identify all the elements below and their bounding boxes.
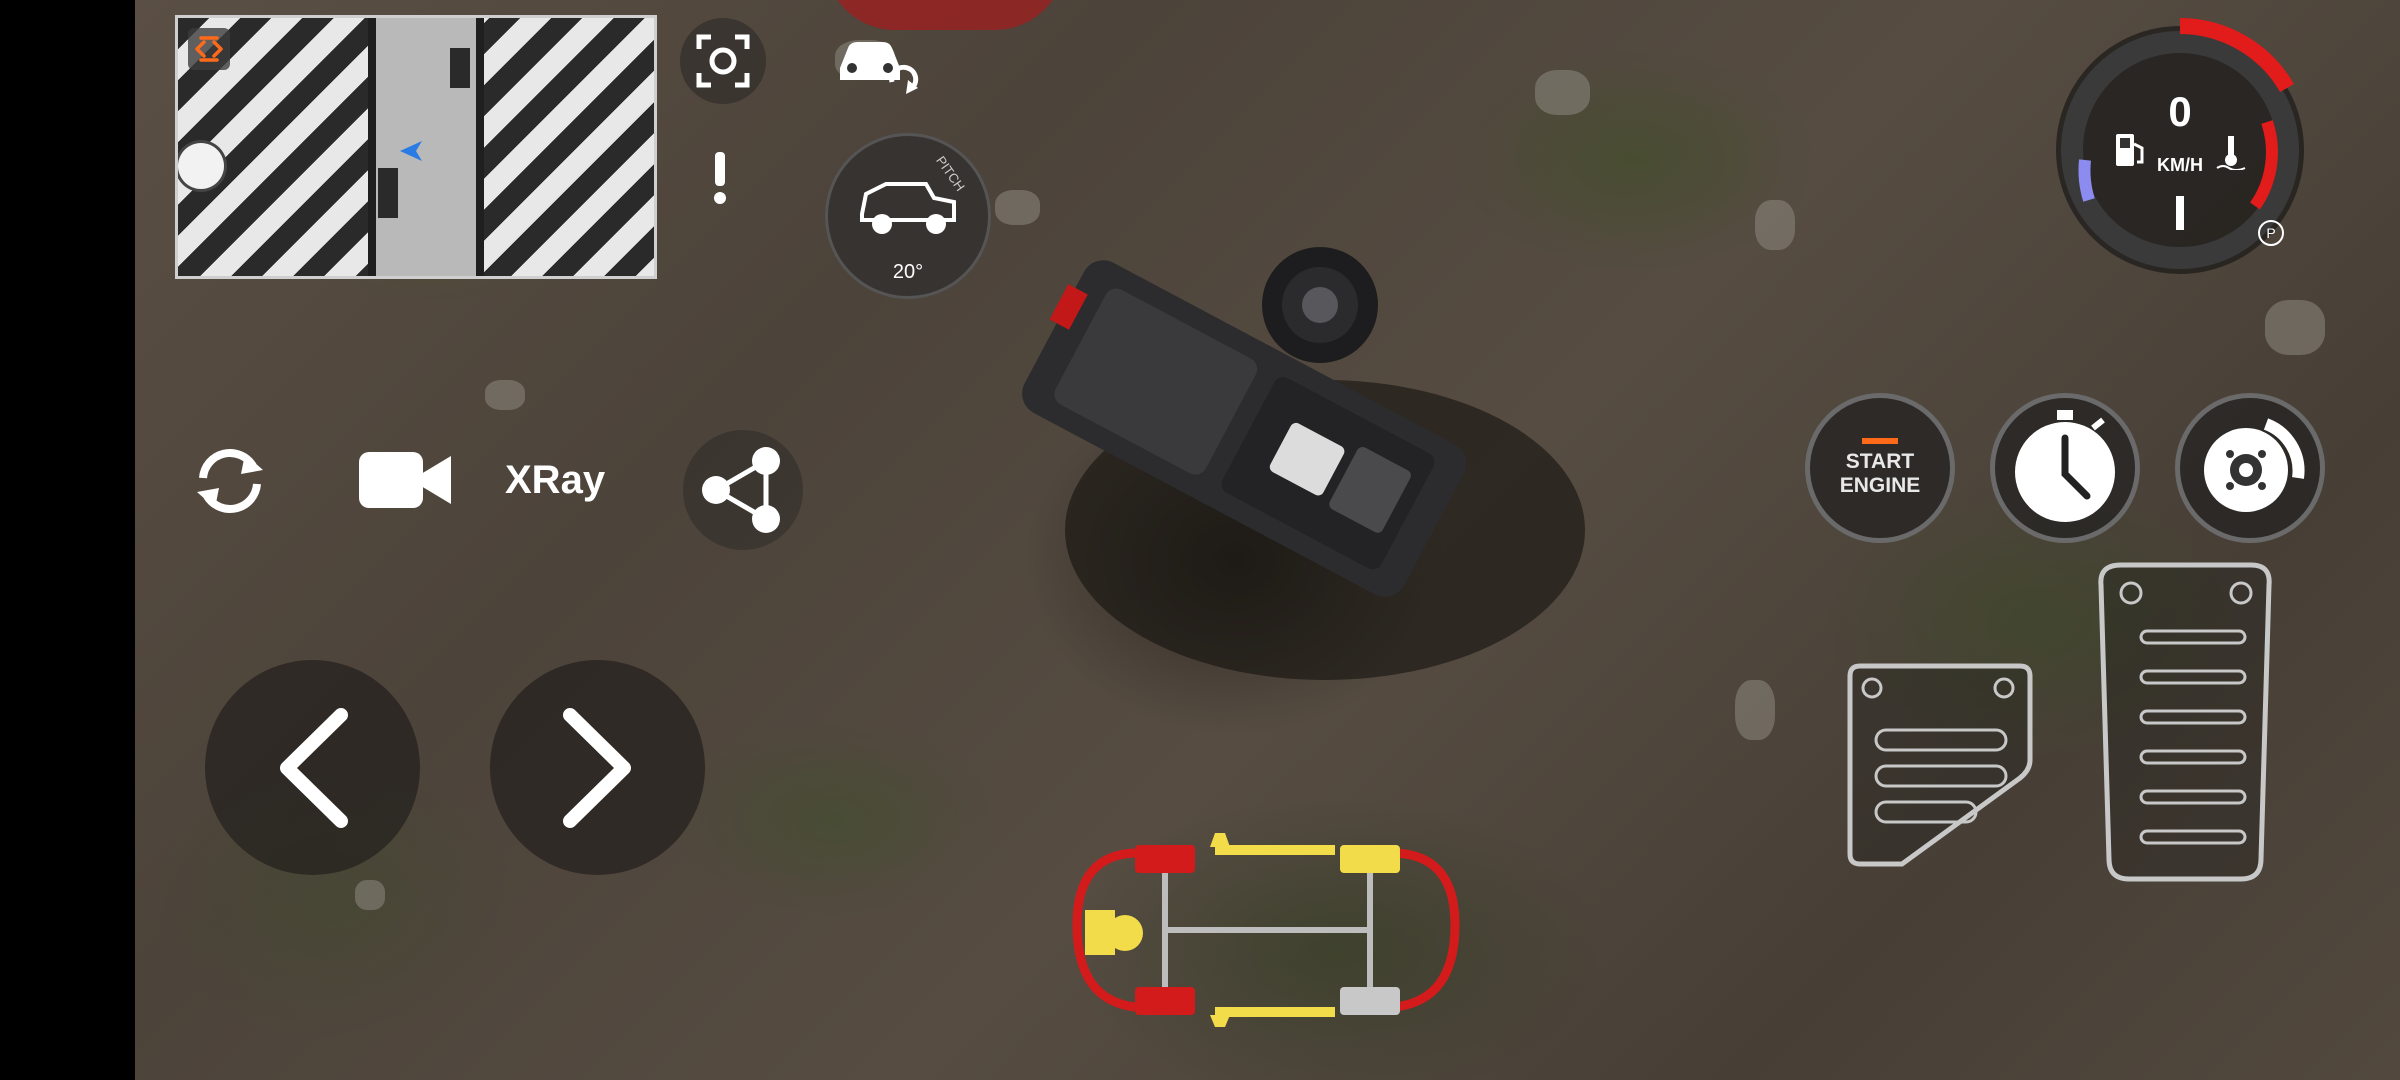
stopwatch-icon xyxy=(2015,410,2115,522)
brake-pedal-icon xyxy=(1847,663,2033,867)
xray-label: XRay xyxy=(505,458,606,502)
jeep-side-icon xyxy=(860,182,956,234)
swap-car-icon xyxy=(840,42,919,94)
coolant-temp-icon xyxy=(2216,136,2246,170)
share-icon xyxy=(702,447,780,533)
start-engine-button[interactable]: START ENGINE xyxy=(1805,393,1955,543)
gas-pedal[interactable] xyxy=(2085,555,2285,885)
start-engine-label-line2: ENGINE xyxy=(1839,474,1921,497)
overturned-vehicle xyxy=(1022,247,1585,680)
speedometer: 0 KM/H P xyxy=(2035,10,2325,290)
rear-left-wheel xyxy=(1135,987,1195,1015)
handbrake-button[interactable] xyxy=(2175,393,2325,543)
alert-icon[interactable] xyxy=(705,148,735,208)
expand-icon[interactable] xyxy=(188,28,230,70)
ground-rock xyxy=(2265,300,2325,355)
ground-rock xyxy=(1735,680,1775,740)
start-engine-label-line1: START xyxy=(1845,450,1915,473)
drivetrain-diagram xyxy=(1072,833,1460,1027)
brake-pedal[interactable] xyxy=(1840,650,2040,880)
pitch-gauge: PITCH 20° xyxy=(825,133,991,299)
minimap-joystick-knob[interactable] xyxy=(178,143,224,189)
parking-brake-indicator: P xyxy=(2258,220,2284,246)
xray-button[interactable]: XRay xyxy=(505,452,625,508)
ground-rock xyxy=(1755,200,1795,250)
front-right-wheel xyxy=(1340,845,1400,873)
stopwatch-button[interactable] xyxy=(1990,393,2140,543)
swap-car-button[interactable] xyxy=(830,18,920,104)
ground-rock xyxy=(485,380,525,410)
steer-left-button[interactable] xyxy=(205,660,420,875)
minimap-obstacle xyxy=(378,168,398,218)
rear-right-wheel xyxy=(1340,987,1400,1015)
minimap-obstacle xyxy=(450,48,470,88)
front-left-wheel xyxy=(1135,845,1195,873)
ground-rock xyxy=(995,190,1040,225)
speed-value: 0 xyxy=(2168,88,2192,135)
gas-pedal-icon xyxy=(2098,562,2272,882)
steer-right-button[interactable] xyxy=(490,660,705,875)
screenshot-button[interactable] xyxy=(680,18,766,104)
pitch-value: 20° xyxy=(892,261,924,283)
game-viewport: PITCH 20° XRay 0 KM/H P START ENGINE xyxy=(135,0,2400,1080)
chevron-left-icon xyxy=(279,707,348,828)
minimap[interactable] xyxy=(175,15,657,279)
rotate-camera-icon xyxy=(197,449,263,513)
speed-unit: KM/H xyxy=(2157,155,2203,175)
brake-disc-icon xyxy=(2204,418,2305,512)
ground-rock xyxy=(1535,70,1590,115)
ground-rock xyxy=(355,880,385,910)
player-marker-icon xyxy=(400,141,422,161)
video-camera-icon xyxy=(359,452,451,508)
chevron-right-icon xyxy=(562,707,631,828)
rotate-camera-button[interactable] xyxy=(185,440,275,520)
screenshot-icon xyxy=(696,34,750,88)
share-button[interactable] xyxy=(683,430,803,550)
video-camera-button[interactable] xyxy=(355,448,455,512)
engine-status-bar xyxy=(1862,438,1898,444)
fuel-icon xyxy=(2116,134,2144,166)
